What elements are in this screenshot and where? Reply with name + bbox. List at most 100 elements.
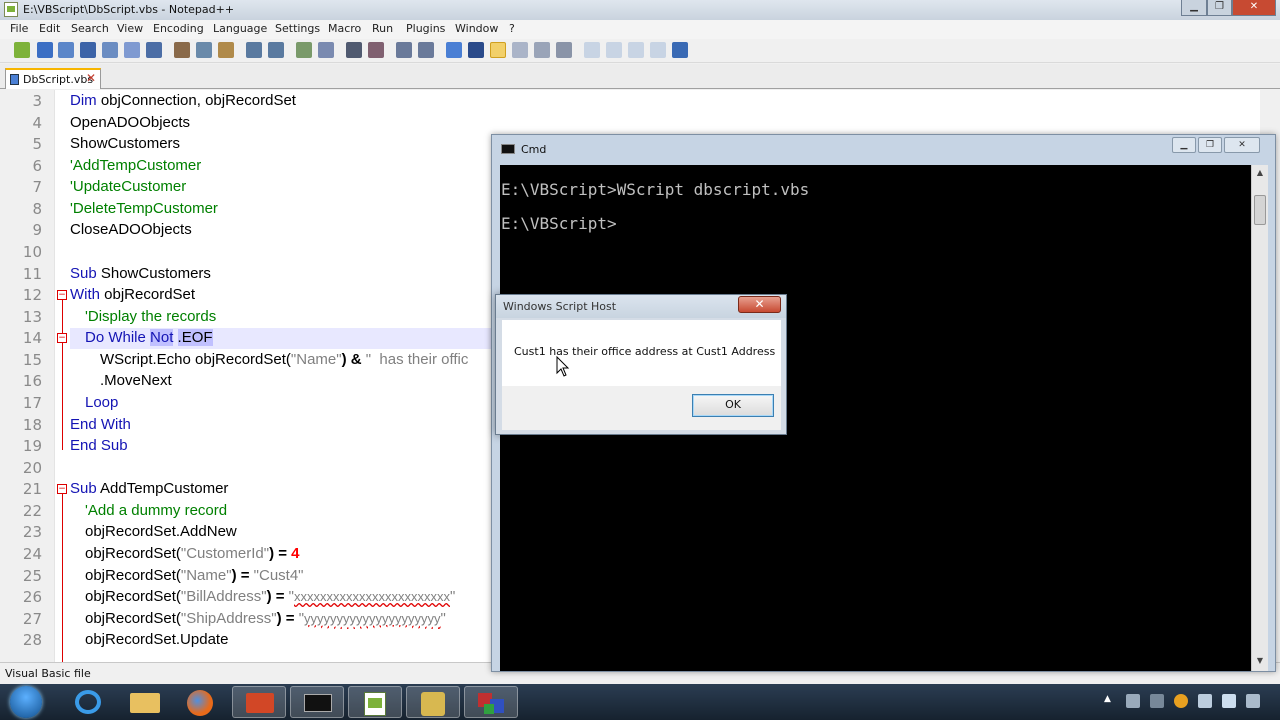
menu-search[interactable]: Search (71, 22, 109, 35)
fold-toggle-icon[interactable]: − (57, 333, 67, 343)
start-button[interactable] (6, 684, 48, 720)
doc-map-icon[interactable] (534, 42, 550, 58)
code-line: End Sub (70, 437, 128, 454)
cmd-minimize-button[interactable]: ▁ (1172, 137, 1196, 153)
line-number: 8 (32, 200, 42, 218)
console-scrollbar[interactable]: ▲ ▼ (1251, 165, 1268, 671)
open-file-icon[interactable] (37, 42, 53, 58)
keyboard-icon[interactable] (1150, 694, 1164, 708)
mouse-cursor-icon (556, 356, 570, 377)
tab-close-icon[interactable]: ✕ (86, 71, 96, 85)
cut-icon[interactable] (174, 42, 190, 58)
dialog-titlebar: Windows Script Host ✕ (496, 295, 786, 318)
word-wrap-icon[interactable] (446, 42, 462, 58)
menu-macro[interactable]: Macro (328, 22, 361, 35)
record-macro-icon[interactable] (584, 42, 600, 58)
menu-view[interactable]: View (117, 22, 143, 35)
zoom-out-icon[interactable] (368, 42, 384, 58)
user-language-icon[interactable] (512, 42, 528, 58)
restore-button[interactable]: ❐ (1207, 0, 1232, 16)
volume-icon[interactable] (1222, 694, 1236, 708)
replace-icon[interactable] (318, 42, 334, 58)
cmd-maximize-button[interactable]: ❐ (1198, 137, 1222, 153)
code-comment: 'AddTempCustomer (70, 157, 202, 174)
cmd-close-button[interactable]: ✕ (1224, 137, 1260, 153)
sync-vertical-icon[interactable] (396, 42, 412, 58)
action-center-icon[interactable] (1198, 694, 1212, 708)
code-line: objRecordSet("ShipAddress") = "yyyyyyyyy… (85, 610, 446, 627)
menu-settings[interactable]: Settings (275, 22, 320, 35)
string-literal: "Name" (180, 567, 232, 584)
play-macro-icon[interactable] (628, 42, 644, 58)
network-icon[interactable] (1126, 694, 1140, 708)
new-file-icon[interactable] (14, 42, 30, 58)
menu-plugins[interactable]: Plugins (406, 22, 445, 35)
menu-edit[interactable]: Edit (39, 22, 60, 35)
save-icon[interactable] (58, 42, 74, 58)
file-explorer-icon[interactable] (118, 686, 172, 718)
find-icon[interactable] (296, 42, 312, 58)
save-all-icon[interactable] (80, 42, 96, 58)
code-line: ShowCustomers (70, 135, 181, 152)
update-icon[interactable] (1174, 694, 1188, 708)
sync-horizontal-icon[interactable] (418, 42, 434, 58)
paste-icon[interactable] (218, 42, 234, 58)
tools-icon[interactable] (406, 686, 460, 718)
save-macro-icon[interactable] (672, 42, 688, 58)
code-line: objRecordSet("BillAddress") = "xxxxxxxxx… (85, 588, 455, 605)
string-literal: "CustomerId" (180, 545, 270, 562)
menu-encoding[interactable]: Encoding (153, 22, 204, 35)
powerpoint-icon[interactable] (232, 686, 286, 718)
cmd-icon[interactable] (290, 686, 344, 718)
zoom-in-icon[interactable] (346, 42, 362, 58)
internet-explorer-icon[interactable] (62, 686, 116, 718)
close-all-icon[interactable] (124, 42, 140, 58)
scroll-up-icon[interactable]: ▲ (1252, 165, 1268, 181)
indent-guide-icon[interactable] (490, 42, 506, 58)
battery-icon[interactable] (1246, 694, 1260, 708)
menu-file[interactable]: File (10, 22, 28, 35)
function-list-icon[interactable] (556, 42, 572, 58)
windows-start-orb (10, 686, 42, 718)
menu-run[interactable]: Run (372, 22, 393, 35)
code-text: objRecordSet (100, 286, 196, 303)
tab-dbscript[interactable]: DbScript.vbs ✕ (5, 68, 101, 89)
stop-macro-icon[interactable] (606, 42, 622, 58)
toolbar (0, 39, 1280, 63)
close-file-icon[interactable] (102, 42, 118, 58)
scroll-down-icon[interactable]: ▼ (1252, 653, 1268, 669)
line-number: 23 (22, 523, 42, 541)
notepad-plus-plus-icon[interactable] (348, 686, 402, 718)
line-number: 5 (32, 135, 42, 153)
database-icon[interactable] (464, 686, 518, 718)
menu-help[interactable]: ? (509, 22, 515, 35)
run-macro-multiple-icon[interactable] (650, 42, 666, 58)
show-hidden-icons-icon[interactable]: ▲ (1104, 694, 1114, 708)
show-all-chars-icon[interactable] (468, 42, 484, 58)
line-number: 9 (32, 221, 42, 239)
close-button[interactable]: ✕ (1232, 0, 1276, 16)
code-line: objRecordSet.Update (85, 631, 229, 648)
tab-label: DbScript.vbs (23, 73, 94, 86)
dialog-close-button[interactable]: ✕ (738, 296, 781, 313)
code-line: objRecordSet("Name") = "Cust4" (85, 567, 304, 584)
copy-icon[interactable] (196, 42, 212, 58)
script-host-dialog: Windows Script Host ✕ Cust1 has their of… (495, 294, 787, 435)
scroll-thumb[interactable] (1254, 195, 1266, 225)
fold-toggle-icon[interactable]: − (57, 290, 67, 300)
ok-button[interactable]: OK (692, 394, 774, 417)
string-literal: "Name" (290, 351, 342, 368)
line-number: 4 (32, 114, 42, 132)
keyword: Do While (85, 329, 146, 346)
firefox-icon[interactable] (174, 686, 228, 718)
fold-toggle-icon[interactable]: − (57, 484, 67, 494)
redo-icon[interactable] (268, 42, 284, 58)
menu-window[interactable]: Window (455, 22, 498, 35)
minimize-button[interactable]: ▁ (1181, 0, 1207, 16)
print-icon[interactable] (146, 42, 162, 58)
code-text: objRecordSet( (85, 567, 181, 584)
code-line: Loop (85, 394, 119, 411)
undo-icon[interactable] (246, 42, 262, 58)
code-line: objRecordSet("CustomerId") = 4 (85, 545, 300, 562)
menu-language[interactable]: Language (213, 22, 267, 35)
